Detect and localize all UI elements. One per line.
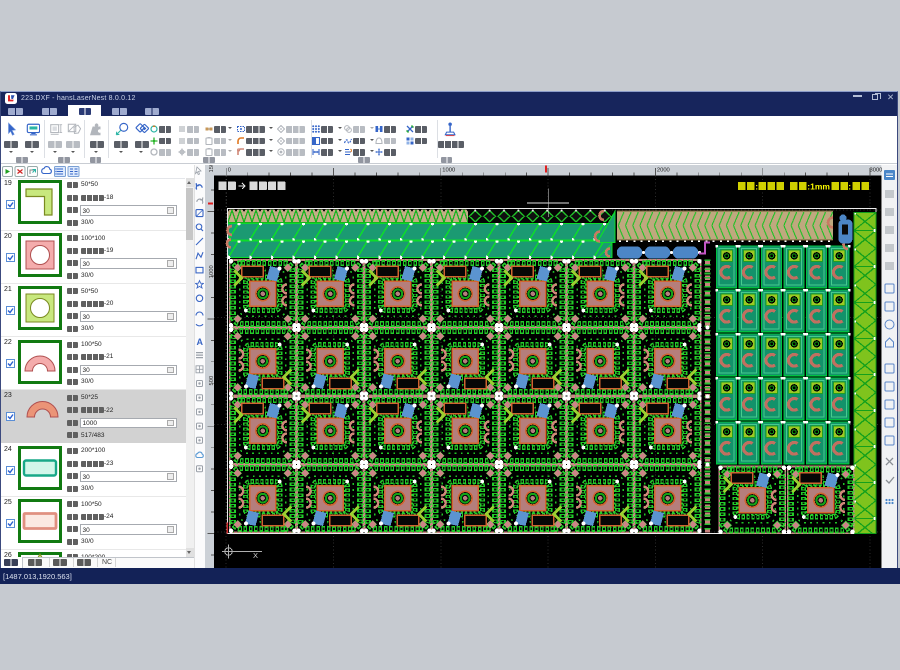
svg-text:0: 0 <box>228 167 231 173</box>
svg-text:1500: 1500 <box>209 165 215 173</box>
svg-text:3000: 3000 <box>870 167 882 173</box>
svg-text:1000: 1000 <box>442 167 455 173</box>
svg-text:2000: 2000 <box>657 167 670 173</box>
svg-text::1mm: :1mm <box>807 181 830 191</box>
svg-text::: : <box>755 181 758 191</box>
svg-text:X: X <box>253 551 258 560</box>
svg-text:A: A <box>197 337 204 347</box>
svg-text::: : <box>848 181 851 191</box>
